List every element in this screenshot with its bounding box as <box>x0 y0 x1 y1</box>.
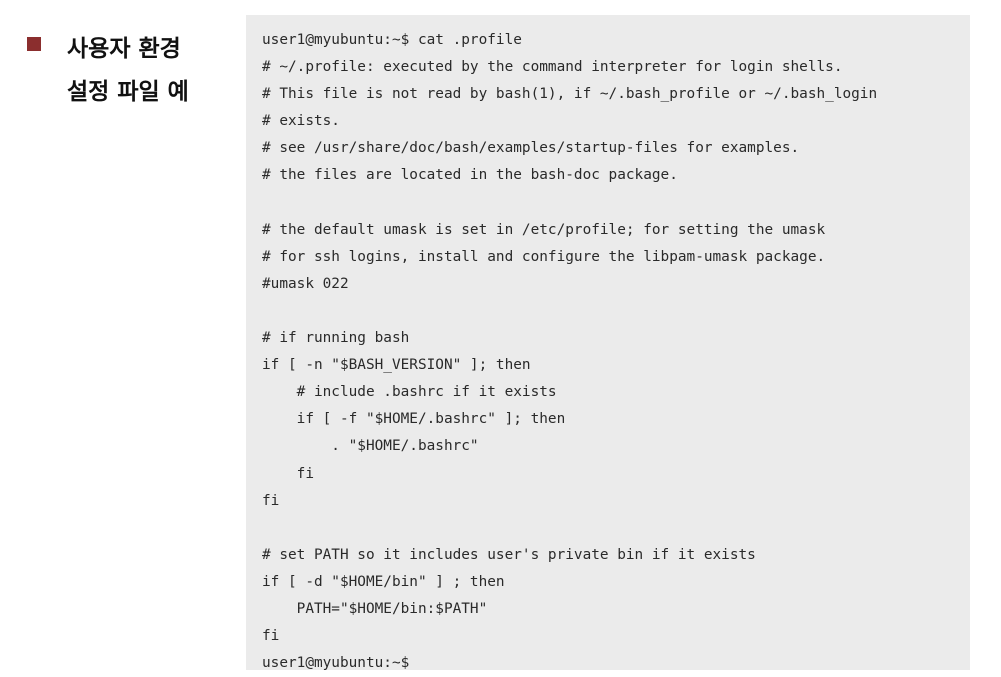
terminal-line: # include .bashrc if it exists <box>262 384 557 401</box>
terminal-line: . "$HOME/.bashrc" <box>262 438 479 455</box>
terminal-line: # the files are located in the bash-doc … <box>262 167 678 184</box>
terminal-line: # exists. <box>262 113 340 130</box>
terminal-line: # set PATH so it includes user's private… <box>262 546 756 563</box>
terminal-prompt: user1@myubuntu:~$ <box>262 655 410 672</box>
terminal-line: # This file is not read by bash(1), if ~… <box>262 86 878 103</box>
heading-line-1: 사용자 환경 <box>67 36 181 62</box>
terminal-output: user1@myubuntu:~$ cat .profile # ~/.prof… <box>262 27 877 677</box>
terminal-output-panel: user1@myubuntu:~$ cat .profile # ~/.prof… <box>246 15 970 671</box>
terminal-line: # for ssh logins, install and configure … <box>262 248 826 265</box>
terminal-line: PATH="$HOME/bin:$PATH" <box>262 600 488 617</box>
terminal-line: # ~/.profile: executed by the command in… <box>262 59 843 76</box>
section-heading: 사용자 환경 설정 파일 예 <box>67 28 237 114</box>
terminal-line: if [ -f "$HOME/.bashrc" ]; then <box>262 411 566 428</box>
terminal-line: #umask 022 <box>262 275 349 292</box>
terminal-line: fi <box>262 492 280 509</box>
terminal-line: if [ -d "$HOME/bin" ] ; then <box>262 573 505 590</box>
terminal-line: fi <box>262 465 314 482</box>
terminal-line: user1@myubuntu:~$ cat .profile <box>262 32 522 48</box>
heading-line-2: 설정 파일 예 <box>67 79 189 105</box>
terminal-line: # if running bash <box>262 330 410 347</box>
terminal-line: fi <box>262 628 280 645</box>
bullet-square-icon <box>27 37 41 51</box>
terminal-line: # the default umask is set in /etc/profi… <box>262 221 826 238</box>
terminal-line: if [ -n "$BASH_VERSION" ]; then <box>262 357 531 374</box>
terminal-line: # see /usr/share/doc/bash/examples/start… <box>262 140 800 157</box>
